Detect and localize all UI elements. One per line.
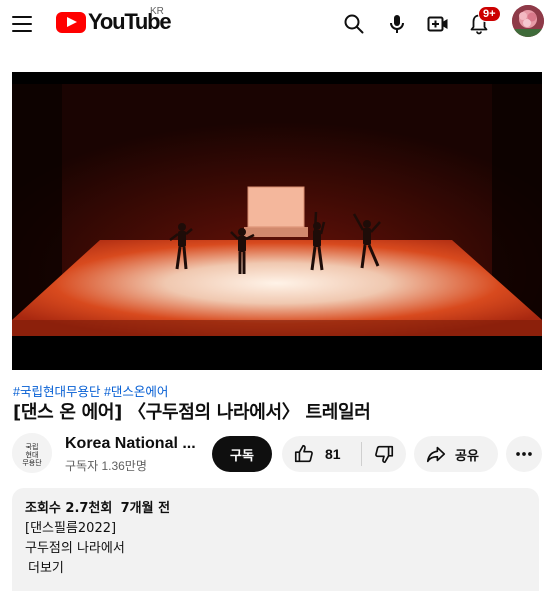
description-box[interactable]: 조회수 2.7천회 7개월 전 [댄스필름2022] 구두점의 나라에서 더보기 xyxy=(12,488,539,591)
svg-text:현대: 현대 xyxy=(26,451,39,459)
menu-icon[interactable] xyxy=(6,8,38,40)
channel-avatar[interactable]: 국립 현대 무용단 xyxy=(12,433,52,473)
share-button[interactable]: 공유 xyxy=(414,436,498,472)
view-count: 조회수 2.7천회 xyxy=(25,501,113,516)
upload-time: 7개월 전 xyxy=(120,501,171,516)
like-button[interactable]: 81 xyxy=(282,436,361,472)
channel-name[interactable]: Korea National ... xyxy=(65,435,196,453)
avatar-image xyxy=(512,5,544,37)
create-button[interactable] xyxy=(420,6,456,42)
video-frame xyxy=(12,72,542,370)
search-button[interactable] xyxy=(336,6,372,42)
video-player[interactable] xyxy=(12,72,542,370)
search-icon xyxy=(344,14,364,34)
like-count: 81 xyxy=(325,446,341,462)
voice-search-button[interactable] xyxy=(379,6,415,42)
youtube-play-icon xyxy=(56,11,86,33)
share-label: 공유 xyxy=(455,448,479,464)
hashtag-link[interactable]: #댄스온에어 xyxy=(104,385,168,399)
description-line: 구두점의 나라에서 xyxy=(25,541,125,556)
channel-row: 국립 현대 무용단 Korea National ... 구독자 1.36만명 … xyxy=(12,433,544,475)
top-bar: YouTube KR 9+ xyxy=(0,0,550,48)
mic-icon xyxy=(390,15,404,33)
thumbs-up-icon xyxy=(294,444,313,463)
create-icon xyxy=(427,16,448,32)
channel-logo-image: 국립 현대 무용단 xyxy=(12,433,52,473)
notifications-button[interactable]: 9+ xyxy=(461,6,501,42)
more-actions-button[interactable] xyxy=(506,436,542,472)
notification-badge: 9+ xyxy=(478,6,501,22)
more-horizontal-icon xyxy=(516,452,532,456)
account-avatar[interactable] xyxy=(512,5,544,37)
svg-text:국립: 국립 xyxy=(26,443,39,451)
dislike-button[interactable] xyxy=(362,436,406,472)
subscribe-button[interactable]: 구독 xyxy=(212,436,272,472)
video-title: [댄스 온 에어] 〈구두점의 나라에서〉 트레일러 xyxy=(13,402,371,423)
like-dislike-group: 81 xyxy=(282,436,406,472)
region-code: KR xyxy=(150,6,164,17)
svg-text:무용단: 무용단 xyxy=(22,458,42,467)
hashtag-link[interactable]: #국립현대무용단 xyxy=(13,385,100,399)
share-icon xyxy=(426,446,446,463)
description-line: [댄스필름2022] xyxy=(25,521,117,536)
show-more-button[interactable]: 더보기 xyxy=(25,559,526,579)
thumbs-down-icon xyxy=(375,445,394,464)
description-meta: 조회수 2.7천회 7개월 전 xyxy=(25,499,526,519)
subscriber-count: 구독자 1.36만명 xyxy=(65,459,147,473)
